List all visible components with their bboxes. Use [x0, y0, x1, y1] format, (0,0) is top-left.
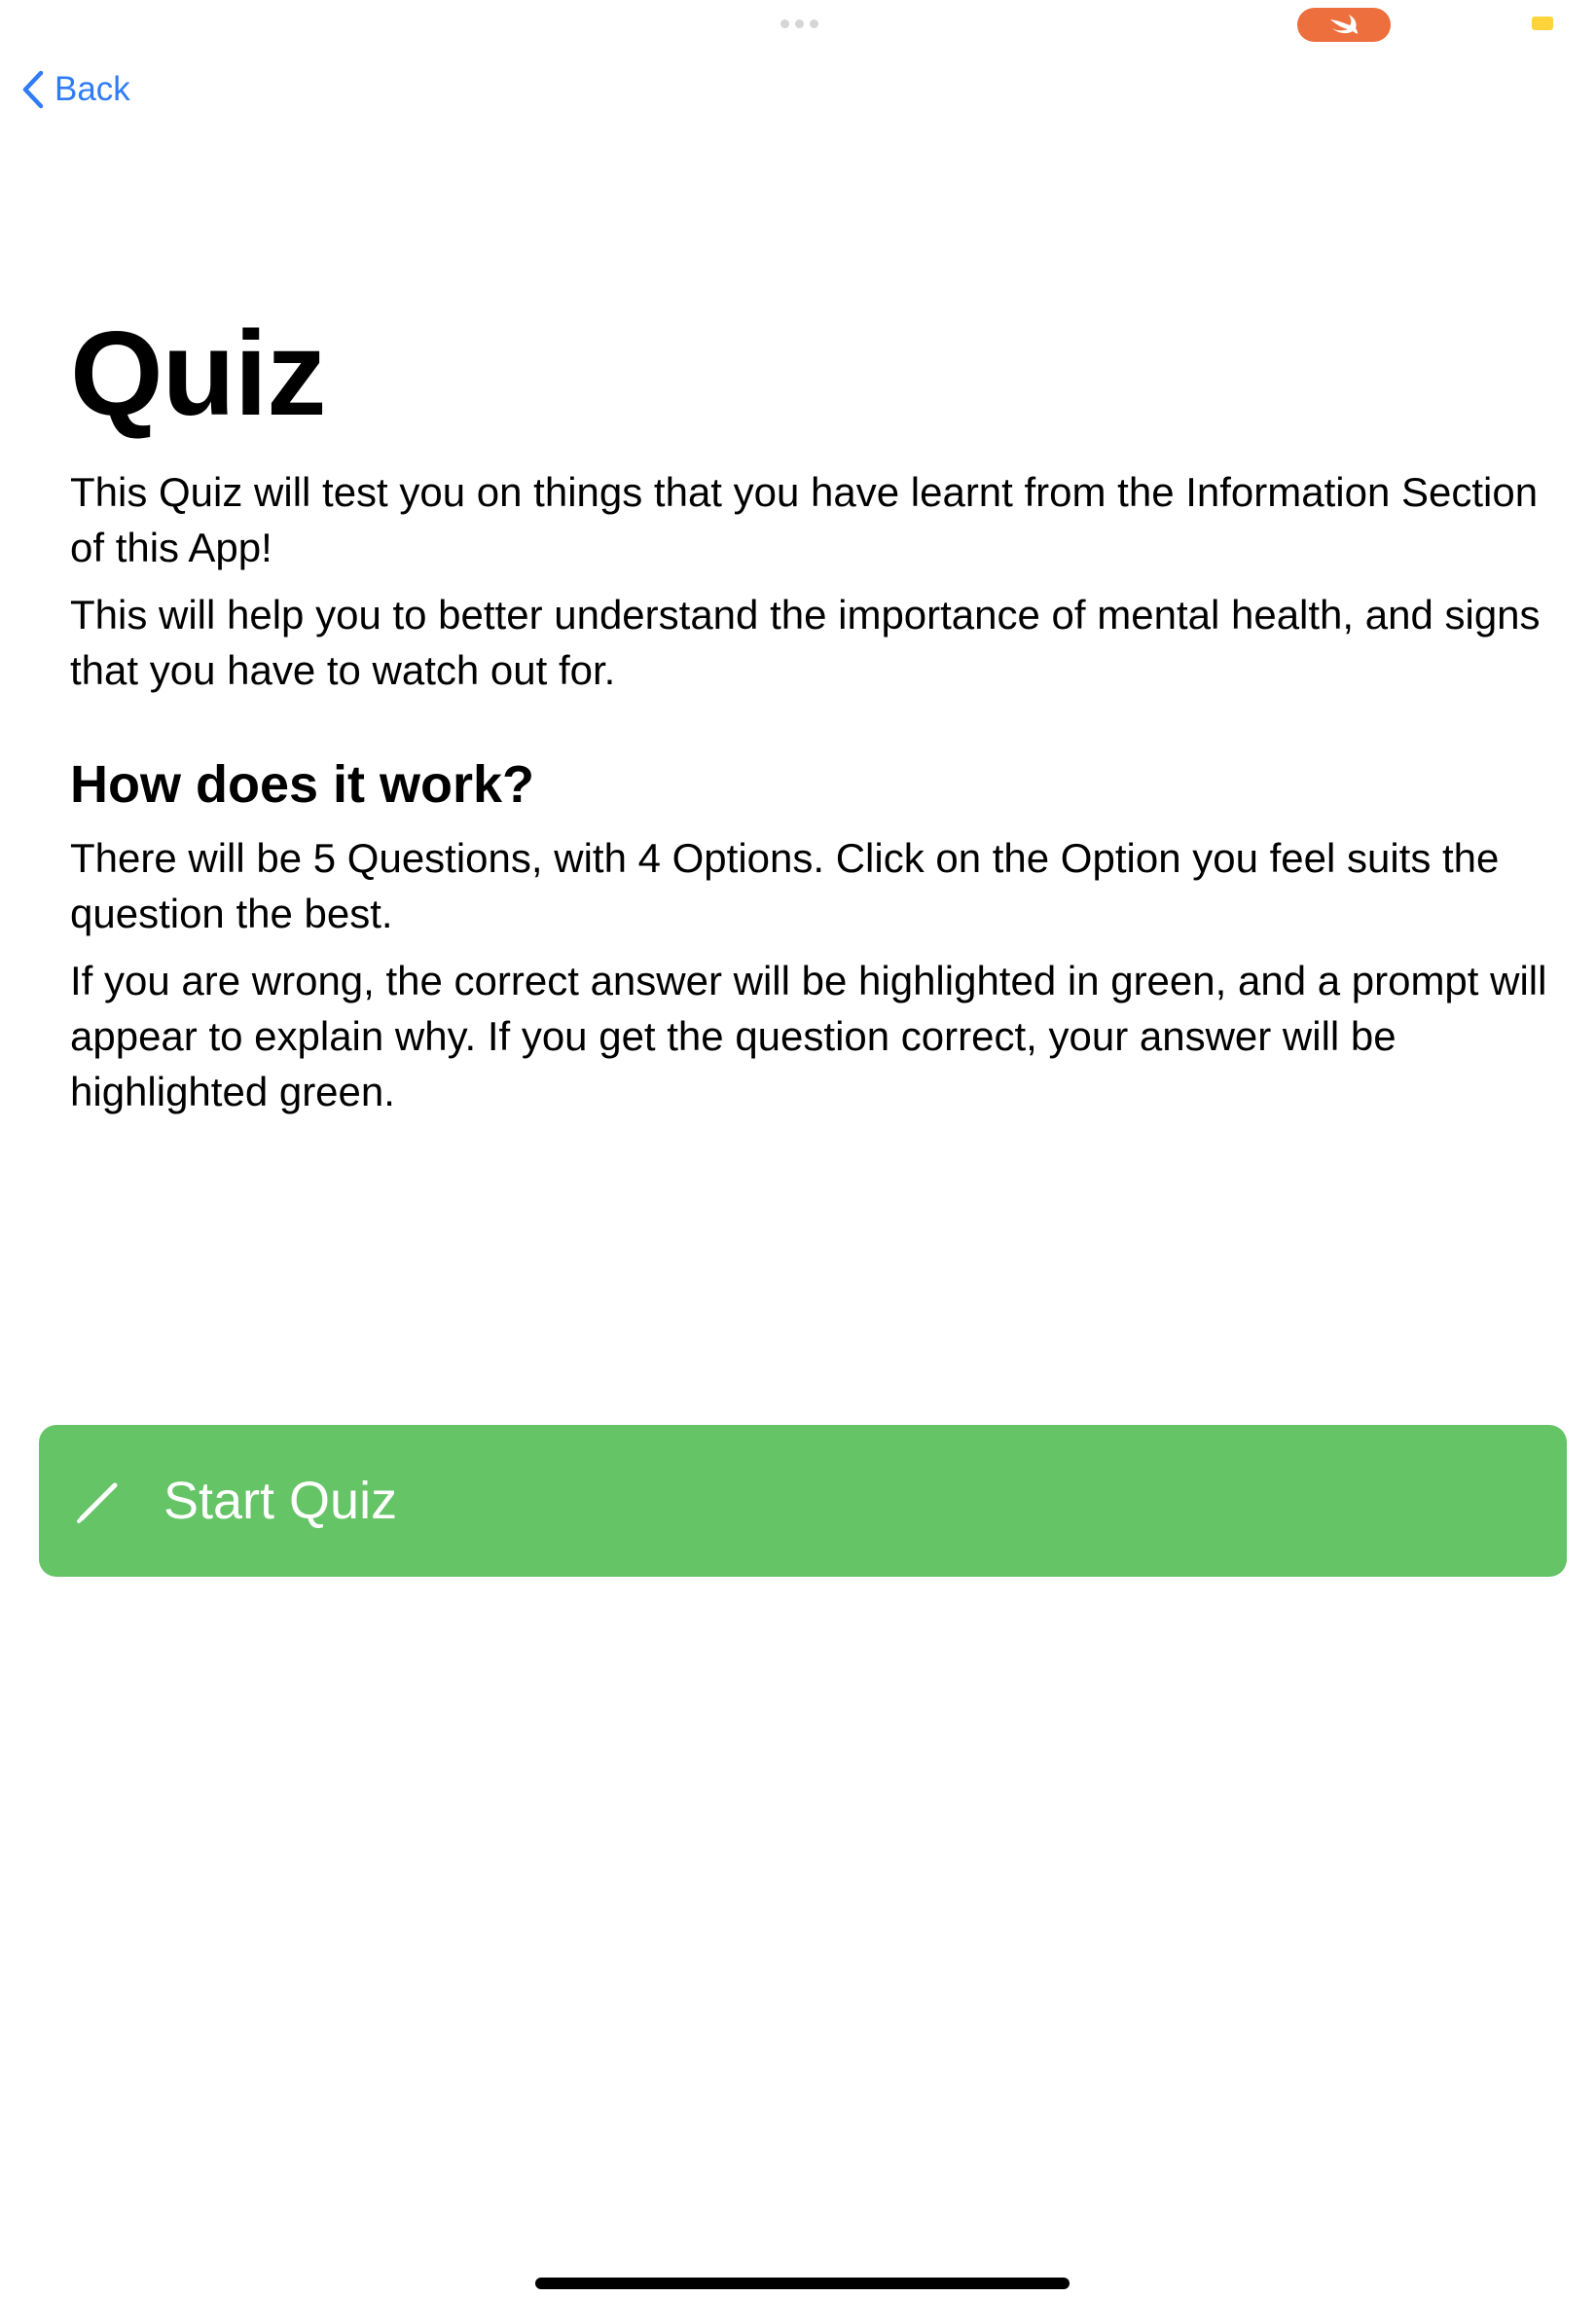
intro-paragraph-2: This will help you to better understand …	[70, 592, 1541, 693]
intro-paragraph-1: This Quiz will test you on things that y…	[70, 469, 1539, 570]
multitasking-dots[interactable]	[780, 19, 818, 28]
how-paragraph-1: There will be 5 Questions, with 4 Option…	[70, 835, 1500, 936]
home-indicator[interactable]	[535, 2278, 1070, 2289]
battery-indicator	[1532, 17, 1553, 30]
pencil-icon	[77, 1482, 118, 1523]
dot	[810, 19, 818, 28]
start-quiz-label: Start Quiz	[163, 1472, 398, 1530]
swift-playgrounds-pill[interactable]	[1297, 8, 1391, 42]
how-paragraph-2: If you are wrong, the correct answer wil…	[70, 958, 1547, 1114]
dot	[795, 19, 804, 28]
chevron-left-icon	[22, 70, 44, 109]
dot	[780, 19, 789, 28]
swift-icon	[1330, 14, 1358, 34]
how-it-works-heading: How does it work?	[70, 755, 535, 814]
main-content: Quiz This Quiz will test you on things t…	[70, 307, 1549, 1131]
quiz-intro-screen: Back Quiz This Quiz will test you on thi…	[0, 0, 1596, 2297]
back-button[interactable]: Back	[21, 70, 130, 109]
back-label: Back	[54, 70, 130, 108]
page-title: Quiz	[70, 308, 326, 441]
start-quiz-button[interactable]: Start Quiz	[39, 1425, 1567, 1577]
